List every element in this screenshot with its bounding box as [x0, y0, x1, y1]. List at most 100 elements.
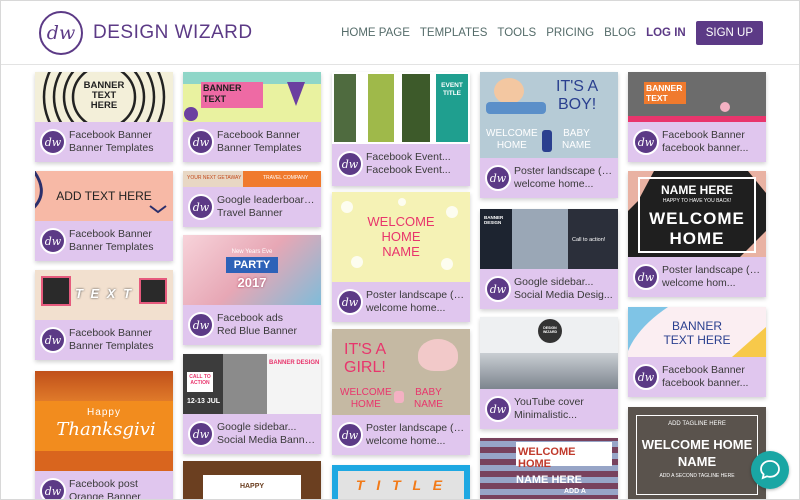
chat-button[interactable] [751, 451, 789, 489]
template-thumbnail[interactable]: IT'S A GIRL! WELCOME HOME BABY NAME [332, 329, 470, 415]
template-thumbnail[interactable]: EVENT TITLE [332, 72, 470, 144]
card-footer: dw Facebook post Orange Banner [35, 471, 173, 499]
template-card[interactable]: ADD TEXT HERE dw Facebook Banner Banner … [35, 171, 173, 261]
template-card[interactable]: BANNER TEXT HERE dw Facebook Banner faceb… [628, 307, 766, 397]
card-subtitle[interactable]: welcome home... [514, 178, 614, 190]
card-subtitle[interactable]: Banner Templates [69, 142, 169, 154]
main-nav: HOME PAGE TEMPLATES TOOLS PRICING BLOG L… [341, 21, 763, 45]
template-thumbnail[interactable]: NAME HERE HAPPY TO HAVE YOU BACK! WELCOM… [628, 171, 766, 257]
card-title[interactable]: Facebook Event... [366, 151, 466, 163]
template-card[interactable]: HAPPY [183, 461, 321, 499]
template-thumbnail[interactable]: BANNER TEXT [628, 72, 766, 122]
card-title[interactable]: Facebook Banner [69, 129, 169, 141]
template-card[interactable]: EVENT TITLE dw Facebook Event... Facebook… [332, 72, 470, 186]
template-thumbnail[interactable]: IT'S A BOY! WELCOME HOME BABY NAME [480, 72, 618, 158]
template-card[interactable]: T E X T dw Facebook Banner Banner Templa… [35, 270, 173, 360]
avatar: dw [188, 421, 214, 447]
card-subtitle[interactable]: Banner Templates [217, 142, 317, 154]
template-thumbnail[interactable]: BANNER TEXT HERE [628, 307, 766, 357]
card-title[interactable]: Google sidebar... [217, 421, 317, 433]
template-thumbnail[interactable]: YOUR NEXT GETAWAY TRAVEL COMPANY [183, 171, 321, 187]
card-subtitle[interactable]: facebook banner... [662, 142, 762, 154]
card-title[interactable]: YouTube cover [514, 396, 614, 408]
card-title[interactable]: Facebook Banner [69, 327, 169, 339]
card-subtitle[interactable]: welcome hom... [662, 277, 762, 289]
logo-mark[interactable]: dw [39, 11, 83, 55]
card-title[interactable]: Poster landscape (US) [514, 165, 614, 177]
template-card[interactable]: DESIGN WIZARD dw YouTube cover Minimalis… [480, 317, 618, 429]
card-subtitle[interactable]: Minimalistic... [514, 409, 614, 421]
card-footer: dw Facebook Banner Banner Templates [183, 122, 321, 162]
template-thumbnail[interactable]: ADD TAGLINE HERE WELCOME HOME NAME ADD A… [628, 407, 766, 499]
nav-tools[interactable]: TOOLS [497, 27, 536, 39]
card-title[interactable]: Facebook Banner [69, 228, 169, 240]
template-thumbnail[interactable]: WELCOME HOME NAME [332, 192, 470, 282]
template-card[interactable]: BANNER DESIGN Call to action! dw Google … [480, 209, 618, 309]
template-card[interactable]: BANNER DESIGN CALL TO ACTION 12-13 JUL d… [183, 354, 321, 454]
avatar: dw [633, 129, 659, 155]
template-card[interactable]: New Years Eve PARTY 2017 dw Facebook ads… [183, 235, 321, 345]
template-card[interactable]: WELCOME HOME NAME dw Poster landscape (US)… [332, 192, 470, 322]
nav-home-page[interactable]: HOME PAGE [341, 27, 410, 39]
template-thumbnail[interactable]: HAPPY [183, 461, 321, 499]
template-thumbnail[interactable]: BANNER TEXT [183, 72, 321, 122]
card-title[interactable]: Facebook Banner [217, 129, 317, 141]
template-card[interactable]: YOUR NEXT GETAWAY TRAVEL COMPANY dw Goog… [183, 171, 321, 227]
template-card[interactable]: BANNER TEXT dw Facebook Banner Banner Tem… [183, 72, 321, 162]
card-title[interactable]: Google leaderboard... [217, 194, 317, 206]
card-subtitle[interactable]: Facebook Event... [366, 164, 466, 176]
card-subtitle[interactable]: Travel Banner [217, 207, 317, 219]
card-footer: dw Facebook Event... Facebook Event... [332, 144, 470, 184]
card-title[interactable]: Poster landscape (US) [366, 289, 466, 301]
avatar: dw [188, 129, 214, 155]
card-subtitle[interactable]: welcome home... [366, 302, 466, 314]
nav-templates[interactable]: TEMPLATES [420, 27, 488, 39]
card-title[interactable]: Poster landscape (US) [366, 422, 466, 434]
template-card[interactable]: IT'S A BOY! WELCOME HOME BABY NAME dw Poste… [480, 72, 618, 198]
card-subtitle[interactable]: Social Media Desig... [514, 289, 614, 301]
template-card[interactable]: IT'S A GIRL! WELCOME HOME BABY NAME dw Post… [332, 329, 470, 455]
card-title[interactable]: Facebook Banner [662, 364, 762, 376]
template-card[interactable]: BANNER TEXT dw Facebook Banner facebook b… [628, 72, 766, 162]
template-thumbnail[interactable]: T E X T [35, 270, 173, 320]
card-subtitle[interactable]: Banner Templates [69, 340, 169, 352]
card-title[interactable]: Facebook post [69, 478, 169, 490]
template-card[interactable]: Happy Thanksgivi dw Facebook post Orange… [35, 371, 173, 499]
avatar: dw [337, 151, 363, 177]
avatar: dw [485, 396, 511, 422]
template-thumbnail[interactable]: BANNER DESIGN CALL TO ACTION 12-13 JUL [183, 354, 321, 414]
card-title[interactable]: Facebook ads [217, 312, 317, 324]
template-card[interactable]: BANNER TEXT HERE dw Facebook Banner Banner… [35, 72, 173, 162]
card-footer: dw Google sidebar... Social Media Desig.… [480, 269, 618, 309]
login-link[interactable]: LOG IN [646, 27, 686, 39]
template-thumbnail[interactable]: New Years Eve PARTY 2017 [183, 235, 321, 305]
signup-button[interactable]: SIGN UP [695, 21, 763, 45]
template-card[interactable]: NAME HERE HAPPY TO HAVE YOU BACK! WELCOM… [628, 171, 766, 297]
avatar: dw [188, 194, 214, 220]
card-subtitle[interactable]: Red Blue Banner [217, 325, 317, 337]
card-footer: dw Poster landscape (US) welcome home... [480, 158, 618, 198]
logo-wordmark[interactable]: DESIGN WIZARD [93, 22, 253, 44]
card-title[interactable]: Google sidebar... [514, 276, 614, 288]
nav-blog[interactable]: BLOG [604, 27, 636, 39]
template-thumbnail[interactable]: WELCOME HOME NAME HERE ADD A [480, 438, 618, 499]
template-thumbnail[interactable]: ADD TEXT HERE [35, 171, 173, 221]
avatar: dw [188, 312, 214, 338]
template-thumbnail[interactable]: DESIGN WIZARD [480, 317, 618, 389]
template-thumbnail[interactable]: BANNER DESIGN Call to action! [480, 209, 618, 269]
card-subtitle[interactable]: Social Media Banne... [217, 434, 317, 446]
card-title[interactable]: Facebook Banner [662, 129, 762, 141]
template-card[interactable]: T I T L E [332, 465, 470, 499]
card-subtitle[interactable]: welcome home... [366, 435, 466, 447]
card-subtitle[interactable]: facebook banner... [662, 377, 762, 389]
template-card[interactable]: ADD TAGLINE HERE WELCOME HOME NAME ADD A… [628, 407, 766, 499]
template-thumbnail[interactable]: Happy Thanksgivi [35, 371, 173, 471]
card-title[interactable]: Poster landscape (US) [662, 264, 762, 276]
template-thumbnail[interactable]: BANNER TEXT HERE [35, 72, 173, 122]
avatar: dw [337, 422, 363, 448]
card-subtitle[interactable]: Orange Banner [69, 491, 169, 499]
nav-pricing[interactable]: PRICING [546, 27, 594, 39]
template-card[interactable]: WELCOME HOME NAME HERE ADD A [480, 438, 618, 499]
card-subtitle[interactable]: Banner Templates [69, 241, 169, 253]
template-thumbnail[interactable]: T I T L E [332, 465, 470, 499]
